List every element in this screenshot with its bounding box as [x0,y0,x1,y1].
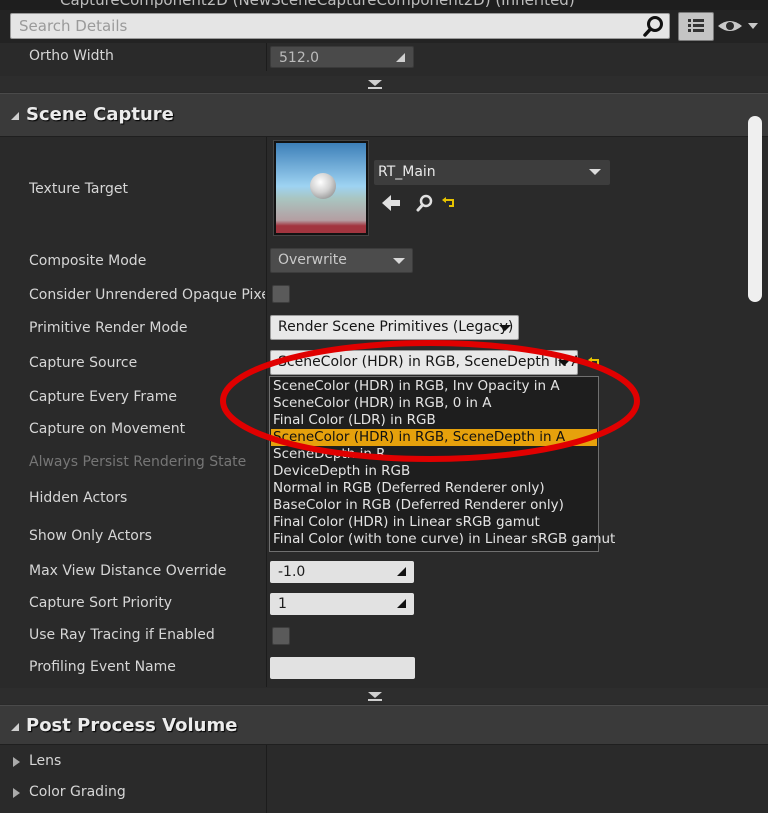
chevron-down-icon [393,258,405,264]
list-view-icon [688,19,704,32]
tree-item-lens[interactable]: Lens [0,750,748,776]
search-input[interactable] [10,13,670,39]
primitive-render-mode-dropdown[interactable]: Render Scene Primitives (Legacy) [270,315,519,340]
search-bar [0,10,768,43]
max-view-distance-value: -1.0 [278,564,306,580]
capture-source-value: SceneColor (HDR) in RGB, SceneDepth in A [278,354,578,370]
dropdown-option[interactable]: DeviceDepth in RGB [271,463,597,480]
dropdown-option[interactable]: Final Color (HDR) in Linear sRGB gamut [271,514,597,531]
scene-capture-header[interactable]: Scene Capture [0,93,768,137]
capture-source-label: Capture Source [29,355,138,371]
profiling-event-input[interactable] [270,657,415,679]
consider-unrendered-checkbox[interactable] [272,285,290,303]
texture-asset-name: RT_Main [378,164,436,180]
use-ray-tracing-checkbox[interactable] [272,627,290,645]
dropdown-option[interactable]: SceneColor (HDR) in RGB, Inv Opacity in … [271,378,597,395]
chevron-down-icon [589,169,601,175]
use-selected-arrow-icon[interactable] [382,195,400,211]
show-only-actors-label: Show Only Actors [29,528,152,544]
capture-source-options: SceneColor (HDR) in RGB, Inv Opacity in … [269,376,615,552]
tree-item-label: Lens [29,753,62,769]
view-options-button[interactable] [678,12,714,41]
component-title: CaptureComponent2D (NewSceneCaptureCompo… [60,0,575,9]
search-icon[interactable] [642,14,666,38]
composite-mode-value: Overwrite [278,252,347,268]
dropdown-option[interactable]: Final Color (LDR) in RGB [271,412,597,429]
dropdown-option-selected[interactable]: SceneColor (HDR) in RGB, SceneDepth in A [271,429,597,446]
capture-sort-priority-field[interactable]: 1 [270,593,414,615]
scrollbar-thumb[interactable] [748,116,762,302]
ortho-width-field[interactable]: 512.0 [270,46,414,68]
chevron-down-icon [368,692,382,698]
reset-to-default-icon[interactable] [588,357,600,369]
advanced-expander[interactable] [0,76,768,92]
dropdown-option[interactable]: Final Color (with tone curve) in Linear … [271,531,615,548]
resize-grip-icon[interactable] [396,53,405,62]
chevron-down-icon [558,360,570,366]
max-view-distance-label: Max View Distance Override [29,563,227,579]
ortho-width-value: 512.0 [279,50,320,66]
browse-search-icon[interactable] [416,194,433,212]
asset-action-icons [382,194,454,212]
use-ray-tracing-row: Use Ray Tracing if Enabled [0,624,748,652]
section-title: Post Process Volume [26,715,238,736]
consider-unrendered-row: Consider Unrendered Opaque Pixel a [0,281,748,309]
profiling-event-label: Profiling Event Name [29,659,176,675]
dropdown-option[interactable]: SceneDepth in R [271,446,597,463]
hidden-actors-label: Hidden Actors [29,490,128,506]
primitive-render-mode-value: Render Scene Primitives (Legacy) [278,319,514,335]
collapse-triangle-icon [11,723,19,731]
eye-icon[interactable] [716,14,764,38]
consider-unrendered-label: Consider Unrendered Opaque Pixel a [29,287,265,303]
reset-arrow-icon[interactable] [442,197,454,207]
texture-target-row: Texture Target [0,137,748,243]
texture-target-label: Texture Target [29,181,129,197]
capture-on-movement-label: Capture on Movement [29,421,186,437]
dropdown-option[interactable]: Normal in RGB (Deferred Renderer only) [271,480,597,497]
primitive-render-mode-label: Primitive Render Mode [29,320,188,336]
use-ray-tracing-label: Use Ray Tracing if Enabled [29,627,215,643]
composite-mode-label: Composite Mode [29,253,147,269]
chevron-down-icon [368,80,382,86]
post-process-header[interactable]: Post Process Volume [0,705,768,745]
expand-triangle-icon[interactable] [13,757,20,767]
chevron-down-icon [499,325,511,331]
capture-sort-priority-value: 1 [278,596,287,612]
composite-mode-dropdown[interactable]: Overwrite [270,248,413,273]
advanced-expander[interactable] [0,688,768,704]
max-view-distance-field[interactable]: -1.0 [270,561,414,583]
capture-source-dropdown[interactable]: SceneColor (HDR) in RGB, SceneDepth in A [270,350,578,375]
texture-asset-picker[interactable]: RT_Main [374,160,610,185]
capture-sort-priority-label: Capture Sort Priority [29,595,173,611]
tree-item-label: Color Grading [29,784,126,800]
ortho-width-row: Ortho Width 512.0 [0,43,748,71]
expand-triangle-icon[interactable] [13,788,20,798]
resize-grip-icon[interactable] [397,567,406,576]
capture-every-frame-label: Capture Every Frame [29,389,177,405]
resize-grip-icon[interactable] [397,599,406,608]
texture-thumbnail[interactable] [276,143,366,233]
tree-item-color-grading[interactable]: Color Grading [0,781,748,807]
dropdown-option[interactable]: BaseColor in RGB (Deferred Renderer only… [271,497,597,514]
always-persist-label: Always Persist Rendering State [29,454,247,470]
component-header: CaptureComponent2D (NewSceneCaptureCompo… [0,0,768,10]
dropdown-option[interactable]: SceneColor (HDR) in RGB, 0 in A [271,395,597,412]
section-title: Scene Capture [26,104,174,125]
column-divider[interactable] [266,43,267,71]
ortho-width-label: Ortho Width [29,48,114,64]
collapse-triangle-icon [11,112,19,120]
